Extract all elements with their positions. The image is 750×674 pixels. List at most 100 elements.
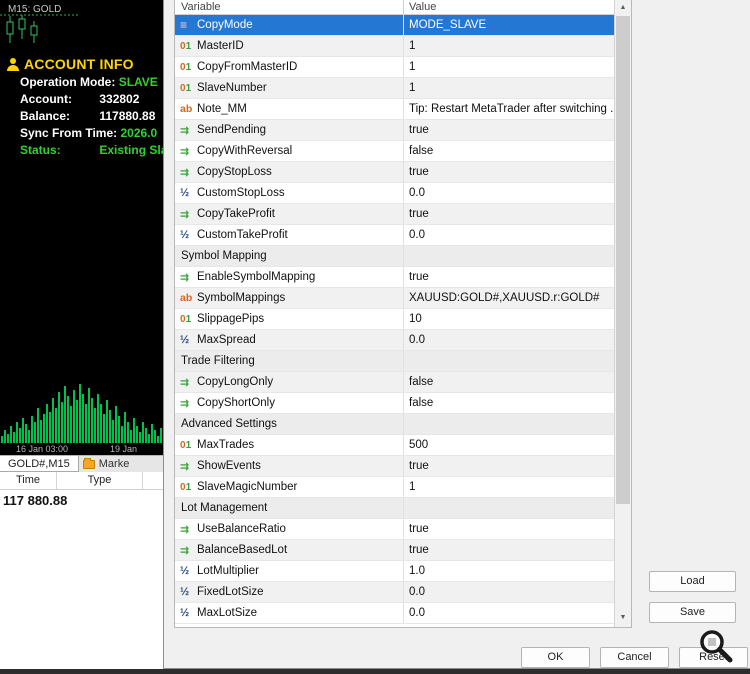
screen: M15: GOLD ACCOUNT INFO Operation Mode: S… bbox=[0, 0, 750, 674]
param-row[interactable]: ½ FixedLotSize 0.0 bbox=[175, 582, 614, 603]
cancel-button[interactable]: Cancel bbox=[600, 647, 669, 668]
param-row[interactable]: 01 SlaveMagicNumber 1 bbox=[175, 477, 614, 498]
param-value: true bbox=[409, 544, 429, 556]
column-header-value: Value bbox=[409, 1, 437, 13]
chart-tab-market[interactable]: Marke bbox=[79, 456, 134, 472]
param-value: true bbox=[409, 208, 429, 220]
x-axis-label: 19 Jan bbox=[110, 444, 138, 454]
mini-candles-decoration bbox=[0, 14, 78, 43]
info-value: 332802 bbox=[99, 92, 140, 106]
param-value: true bbox=[409, 460, 429, 472]
param-variable-cell: ⇉ BalanceBasedLot bbox=[175, 540, 404, 560]
param-value: false bbox=[409, 145, 434, 157]
param-row[interactable]: ⇉ SendPending true bbox=[175, 120, 614, 141]
param-type-icon: ⇉ bbox=[180, 460, 190, 473]
chart-panel: M15: GOLD ACCOUNT INFO Operation Mode: S… bbox=[0, 0, 163, 455]
param-type-icon: 01 bbox=[180, 439, 192, 451]
param-row[interactable]: 01 SlippagePips 10 bbox=[175, 309, 614, 330]
param-row[interactable]: ½ MaxLotSize 0.0 bbox=[175, 603, 614, 624]
toolbox-column-type[interactable]: Type bbox=[57, 472, 143, 489]
param-value: true bbox=[409, 271, 429, 283]
param-row[interactable]: Trade Filtering bbox=[175, 351, 614, 372]
param-type-icon: ⇉ bbox=[180, 124, 190, 137]
param-row[interactable]: 01 MaxTrades 500 bbox=[175, 435, 614, 456]
param-row[interactable]: Symbol Mapping bbox=[175, 246, 614, 267]
param-row[interactable]: 01 CopyFromMasterID 1 bbox=[175, 57, 614, 78]
volume-bars-chart bbox=[1, 384, 162, 443]
param-row[interactable]: ½ CustomStopLoss 0.0 bbox=[175, 183, 614, 204]
param-variable-cell: ⇉ ShowEvents bbox=[175, 456, 404, 476]
param-variable-cell: ⇉ CopyStopLoss bbox=[175, 162, 404, 182]
param-type-icon: ½ bbox=[180, 607, 190, 619]
scrollbar-thumb[interactable] bbox=[616, 16, 630, 504]
param-name: Advanced Settings bbox=[181, 418, 277, 430]
param-type-icon: ⇉ bbox=[180, 544, 190, 557]
param-type-icon: ⇉ bbox=[180, 523, 190, 536]
param-name: MaxTrades bbox=[197, 439, 255, 451]
param-row[interactable]: ⇉ CopyLongOnly false bbox=[175, 372, 614, 393]
save-button[interactable]: Save bbox=[649, 602, 736, 623]
param-variable-cell: 01 MaxTrades bbox=[175, 435, 404, 455]
ok-button[interactable]: OK bbox=[521, 647, 590, 668]
info-label: Operation Mode: bbox=[20, 75, 116, 89]
param-variable-cell: 01 SlaveNumber bbox=[175, 78, 404, 98]
param-value bbox=[404, 414, 614, 434]
param-row[interactable]: ½ LotMultiplier 1.0 bbox=[175, 561, 614, 582]
param-type-icon: ⇉ bbox=[180, 271, 190, 284]
param-row[interactable]: ½ MaxSpread 0.0 bbox=[175, 330, 614, 351]
param-value: 1 bbox=[409, 82, 416, 94]
param-row[interactable]: 01 MasterID 1 bbox=[175, 36, 614, 57]
param-type-icon: ⇉ bbox=[180, 166, 190, 179]
market-watch-icon bbox=[82, 457, 95, 469]
param-value: 0.0 bbox=[409, 229, 425, 241]
param-row[interactable]: ≡ CopyMode MODE_SLAVE bbox=[175, 15, 614, 36]
toolbox-column-time[interactable]: Time bbox=[0, 472, 57, 489]
scroll-down-button[interactable]: ▼ bbox=[615, 610, 631, 626]
param-variable-cell: ½ LotMultiplier bbox=[175, 561, 404, 581]
chart-tab-gold[interactable]: GOLD#,M15 bbox=[0, 456, 79, 472]
param-row[interactable]: ⇉ BalanceBasedLot true bbox=[175, 540, 614, 561]
param-row[interactable]: ab Note_MM Tip: Restart MetaTrader after… bbox=[175, 99, 614, 120]
param-row[interactable]: ab SymbolMappings XAUUSD:GOLD#,XAUUSD.r:… bbox=[175, 288, 614, 309]
load-button[interactable]: Load bbox=[649, 571, 736, 592]
param-row[interactable]: ⇉ CopyShortOnly false bbox=[175, 393, 614, 414]
param-value: 500 bbox=[409, 439, 429, 451]
info-value: 2026.0 bbox=[120, 126, 158, 140]
param-variable-cell: ⇉ CopyWithReversal bbox=[175, 141, 404, 161]
account-info-row: Operation Mode: SLAVE bbox=[6, 76, 163, 89]
param-type-icon: ⇉ bbox=[180, 376, 190, 389]
param-value: 1.0 bbox=[409, 565, 425, 577]
account-info-row: Status: Existing Slave bbox=[6, 144, 163, 157]
toolbox-header: Time Type bbox=[0, 472, 163, 490]
param-variable-cell: ab SymbolMappings bbox=[175, 288, 404, 308]
param-table-rows: ≡ CopyMode MODE_SLAVE 01 MasterID 1 01 C… bbox=[175, 15, 614, 627]
param-row[interactable]: ⇉ CopyTakeProfit true bbox=[175, 204, 614, 225]
param-value: true bbox=[409, 523, 429, 535]
param-row[interactable]: ⇉ UseBalanceRatio true bbox=[175, 519, 614, 540]
account-info-title: ACCOUNT INFO bbox=[24, 56, 134, 72]
param-name: ShowEvents bbox=[197, 460, 261, 472]
param-type-icon: ½ bbox=[180, 229, 190, 241]
param-row[interactable]: ⇉ EnableSymbolMapping true bbox=[175, 267, 614, 288]
param-name: SlaveMagicNumber bbox=[197, 481, 298, 493]
param-row[interactable]: 01 SlaveNumber 1 bbox=[175, 78, 614, 99]
param-row[interactable]: Advanced Settings bbox=[175, 414, 614, 435]
table-scrollbar[interactable]: ▲ ▼ bbox=[614, 0, 631, 627]
param-name: Trade Filtering bbox=[181, 355, 255, 367]
param-row[interactable]: ⇉ ShowEvents true bbox=[175, 456, 614, 477]
param-type-icon: 01 bbox=[180, 82, 192, 94]
param-name: SlippagePips bbox=[197, 313, 265, 325]
param-row[interactable]: Lot Management bbox=[175, 498, 614, 519]
param-value: false bbox=[409, 397, 434, 409]
param-value: 0.0 bbox=[409, 586, 425, 598]
scroll-up-button[interactable]: ▲ bbox=[615, 0, 631, 16]
param-type-icon: ≡ bbox=[180, 18, 188, 32]
param-value: 0.0 bbox=[409, 607, 425, 619]
param-row[interactable]: ½ CustomTakeProfit 0.0 bbox=[175, 225, 614, 246]
param-variable-cell: ⇉ SendPending bbox=[175, 120, 404, 140]
param-row[interactable]: ⇉ CopyWithReversal false bbox=[175, 141, 614, 162]
param-value: 0.0 bbox=[409, 187, 425, 199]
param-row[interactable]: ⇉ CopyStopLoss true bbox=[175, 162, 614, 183]
param-type-icon: ⇉ bbox=[180, 397, 190, 410]
param-name: MaxSpread bbox=[197, 334, 256, 346]
